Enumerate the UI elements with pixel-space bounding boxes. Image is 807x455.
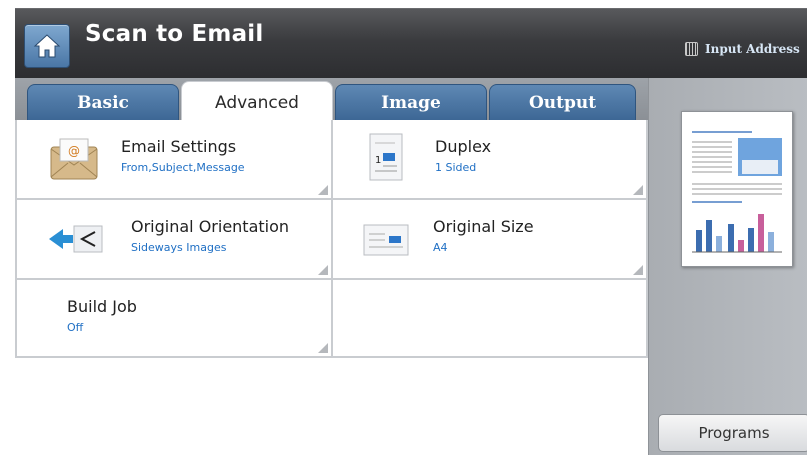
duplex-button[interactable]: 1 Duplex 1 Sided bbox=[333, 120, 648, 200]
input-address-label: Input Address bbox=[705, 42, 800, 56]
keyboard-icon bbox=[685, 42, 698, 56]
page-title: Scan to Email bbox=[85, 21, 264, 47]
home-button[interactable] bbox=[24, 24, 70, 68]
home-icon bbox=[33, 34, 61, 58]
document-icon: 1 bbox=[369, 133, 403, 181]
original-orientation-button[interactable]: Original Orientation Sideways Images bbox=[15, 200, 333, 280]
tab-output[interactable]: Output bbox=[489, 84, 636, 121]
tab-basic[interactable]: Basic bbox=[27, 84, 179, 121]
corner-indicator bbox=[633, 265, 643, 275]
corner-indicator bbox=[318, 265, 328, 275]
email-settings-button[interactable]: @ Email Settings From,Subject,Message bbox=[15, 120, 333, 200]
programs-button[interactable]: Programs bbox=[658, 414, 807, 452]
build-job-value: Off bbox=[67, 321, 84, 334]
settings-grid: @ Email Settings From,Subject,Message 1 … bbox=[15, 120, 648, 455]
svg-text:@: @ bbox=[68, 144, 80, 158]
tab-bar: Basic Advanced Image Output bbox=[15, 78, 648, 123]
envelope-icon: @ bbox=[50, 138, 98, 180]
original-orientation-label: Original Orientation bbox=[131, 217, 290, 236]
email-settings-value: From,Subject,Message bbox=[121, 161, 245, 174]
preview-image bbox=[692, 131, 782, 253]
duplex-value: 1 Sided bbox=[435, 161, 477, 174]
email-settings-label: Email Settings bbox=[121, 137, 237, 156]
empty-cell bbox=[333, 280, 648, 358]
orientation-icon bbox=[49, 225, 103, 253]
duplex-label: Duplex bbox=[435, 137, 492, 156]
corner-indicator bbox=[633, 185, 643, 195]
svg-text:1: 1 bbox=[375, 155, 381, 166]
tab-image[interactable]: Image bbox=[335, 84, 487, 121]
input-address-button[interactable]: Input Address bbox=[685, 38, 800, 60]
corner-indicator bbox=[318, 343, 328, 353]
original-orientation-value: Sideways Images bbox=[131, 241, 227, 254]
tab-advanced[interactable]: Advanced bbox=[181, 81, 333, 123]
header-bar: Scan to Email Input Address bbox=[15, 8, 807, 79]
original-size-value: A4 bbox=[433, 241, 448, 254]
original-size-label: Original Size bbox=[433, 217, 534, 236]
scan-to-email-screen: Scan to Email Input Address Basic Advanc… bbox=[0, 0, 807, 455]
corner-indicator bbox=[318, 185, 328, 195]
original-size-button[interactable]: Original Size A4 bbox=[333, 200, 648, 280]
document-preview-thumbnail[interactable] bbox=[681, 111, 793, 267]
preview-panel: Programs bbox=[648, 78, 807, 455]
build-job-label: Build Job bbox=[67, 297, 137, 316]
document-size-icon bbox=[363, 224, 409, 256]
build-job-button[interactable]: Build Job Off bbox=[15, 280, 333, 358]
